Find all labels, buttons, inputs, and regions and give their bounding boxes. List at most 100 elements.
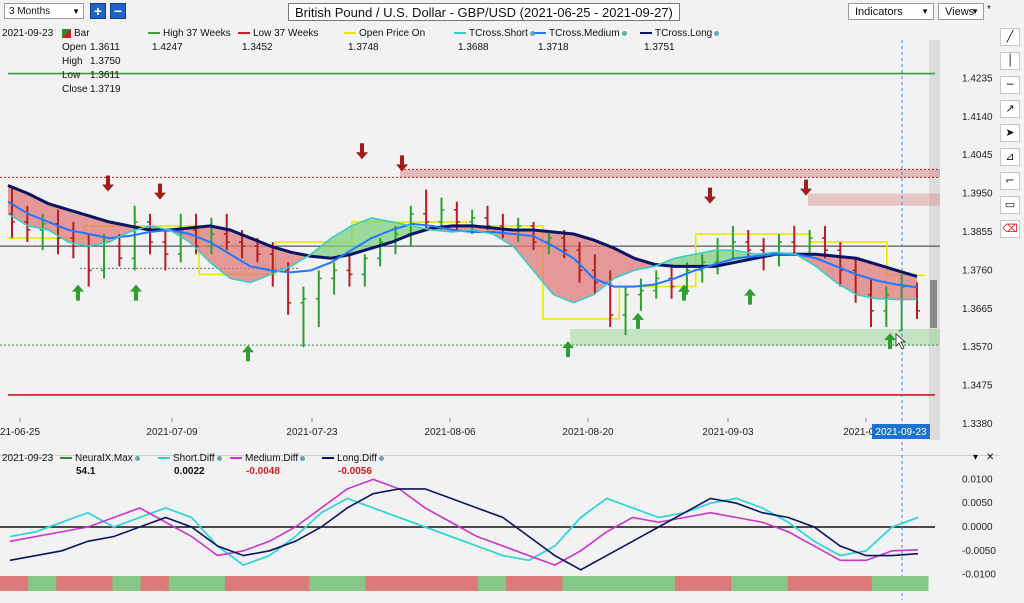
legend-item[interactable]: Open Price On: [344, 28, 425, 39]
x-tick-label: 2021-07-23: [286, 427, 338, 438]
range-select[interactable]: 3 Months ▼: [4, 3, 84, 19]
price-scrollbar[interactable]: [929, 40, 940, 440]
signal-segment-green: [590, 576, 620, 591]
legend-value: 1.3718: [538, 42, 569, 53]
horizontal-line-icon[interactable]: ─: [1000, 76, 1020, 94]
ohlc-value-close: 1.3719: [90, 84, 121, 95]
ohlc-label-high: High: [62, 56, 83, 67]
signal-segment-green: [646, 576, 676, 591]
lower-legend-item[interactable]: NeuralX.Max: [60, 453, 140, 464]
x-tick-label: 2021-08-06: [424, 427, 476, 438]
legend-settings-dot-icon[interactable]: [378, 455, 384, 461]
chevron-down-icon: ▼: [971, 7, 979, 16]
signal-segment-red: [84, 576, 113, 591]
legend-name: NeuralX.Max: [75, 453, 133, 464]
y-tick-label: 1.3380: [962, 419, 993, 430]
signal-segment-red: [421, 576, 451, 591]
legend-name: Medium.Diff: [245, 453, 299, 464]
legend-value: 1.4247: [152, 42, 183, 53]
legend-item[interactable]: TCross.Medium: [534, 28, 627, 39]
signal-segment-red: [674, 576, 704, 591]
ohlc-value-high: 1.3750: [90, 56, 121, 67]
legend-swatch: [230, 457, 242, 460]
lower-y-tick-label: 0.0050: [962, 498, 993, 509]
draw-line-icon[interactable]: ╱: [1000, 28, 1020, 46]
signal-segment-green: [196, 576, 226, 591]
legend-swatch: [148, 32, 160, 35]
signal-segment-red: [703, 576, 732, 591]
signal-segment-red: [787, 576, 817, 591]
rectangle-icon[interactable]: ▭: [1000, 196, 1020, 214]
lower-legend-item[interactable]: Long.Diff: [322, 453, 384, 464]
signal-segment-green: [168, 576, 198, 591]
signal-segment-green: [562, 576, 592, 591]
panel-close-icon[interactable]: ✕: [986, 452, 994, 463]
legend-settings-dot-icon[interactable]: [714, 30, 720, 36]
signal-segment-green: [112, 576, 142, 591]
legend-item[interactable]: Low 37 Weeks: [238, 28, 318, 39]
bracket-icon[interactable]: ⌐: [1000, 172, 1020, 190]
legend-name: Short.Diff: [173, 453, 215, 464]
y-tick-label: 1.3950: [962, 189, 993, 200]
lower-legend-item[interactable]: Medium.Diff: [230, 453, 306, 464]
price-scroll-thumb[interactable]: [930, 280, 937, 328]
diff-indicator-chart[interactable]: 0.0100 0.0050 0.0000 -0.0050 -0.0100: [0, 455, 1000, 600]
delete-drawing-icon[interactable]: ⌫: [1000, 220, 1020, 238]
signal-segment-green: [28, 576, 57, 591]
panel-collapse-icon[interactable]: ▾: [973, 452, 978, 463]
signal-segment-red: [506, 576, 535, 591]
y-tick-label: 1.3760: [962, 265, 993, 276]
ohlc-label-low: Low: [62, 70, 81, 81]
lower-y-tick-label: 0.0100: [962, 474, 993, 485]
signal-segment-red: [253, 576, 282, 591]
ray-icon[interactable]: ↗: [1000, 100, 1020, 118]
legend-swatch: [60, 457, 72, 460]
lower-legend-item[interactable]: Short.Diff: [158, 453, 222, 464]
legend-name: TCross.Medium: [549, 28, 620, 39]
legend-swatch: [344, 32, 356, 35]
signal-segment-green: [899, 576, 929, 591]
legend-item[interactable]: High 37 Weeks: [148, 28, 231, 39]
signal-segment-red: [534, 576, 563, 591]
views-label: Views: [945, 6, 975, 18]
vertical-line-icon[interactable]: │: [1000, 52, 1020, 70]
legend-value: 1.3452: [242, 42, 273, 53]
lower-y-tick-label: 0.0000: [962, 522, 993, 533]
y-tick-label: 1.3665: [962, 304, 993, 315]
legend-item[interactable]: TCross.Short: [454, 28, 535, 39]
legend-item[interactable]: TCross.Long: [640, 28, 720, 39]
legend-settings-dot-icon[interactable]: [216, 455, 222, 461]
ohlc-label-open: Open: [62, 42, 87, 53]
legend-settings-dot-icon[interactable]: [134, 455, 140, 461]
zoom-out-button[interactable]: −: [110, 3, 126, 19]
legend-date: 2021-09-23: [2, 28, 54, 39]
pointer-icon[interactable]: ➤: [1000, 124, 1020, 142]
signal-segment-red: [365, 576, 395, 591]
page-title: British Pound / U.S. Dollar - GBP/USD (2…: [288, 3, 680, 21]
lower-legend-date: 2021-09-23: [2, 453, 54, 464]
x-tick-label: 2021-07-09: [146, 427, 198, 438]
y-tick-label: 1.4140: [962, 112, 993, 123]
indicators-label: Indicators: [855, 6, 903, 18]
pitchfork-icon[interactable]: ⊿: [1000, 148, 1020, 166]
lower-y-tick-label: -0.0050: [962, 546, 996, 557]
views-dropdown[interactable]: Views ▼: [938, 3, 984, 20]
signal-segment-green: [478, 576, 507, 591]
price-legend: 2021-09-23 Bar Open 1.3611 High 1.3750 Low 1.…: [0, 28, 740, 98]
indicators-dropdown[interactable]: Indicators ▼: [848, 3, 934, 20]
legend-swatch: [534, 32, 546, 35]
legend-settings-dot-icon[interactable]: [621, 30, 627, 36]
neuralx-signal-bar: [0, 576, 929, 591]
ohlc-value-open: 1.3611: [90, 42, 120, 53]
legend-name: Open Price On: [359, 28, 426, 39]
legend-name: Long.Diff: [337, 453, 377, 464]
signal-segment-red: [815, 576, 845, 591]
legend-name: High 37 Weeks: [163, 28, 231, 39]
bar-legend: Bar: [62, 28, 90, 39]
legend-settings-dot-icon[interactable]: [300, 455, 306, 461]
signal-segment-green: [871, 576, 901, 591]
signal-segment-red: [140, 576, 170, 591]
legend-swatch: [158, 457, 170, 460]
y-tick-label: 1.4235: [962, 73, 993, 84]
zoom-in-button[interactable]: +: [90, 3, 106, 19]
